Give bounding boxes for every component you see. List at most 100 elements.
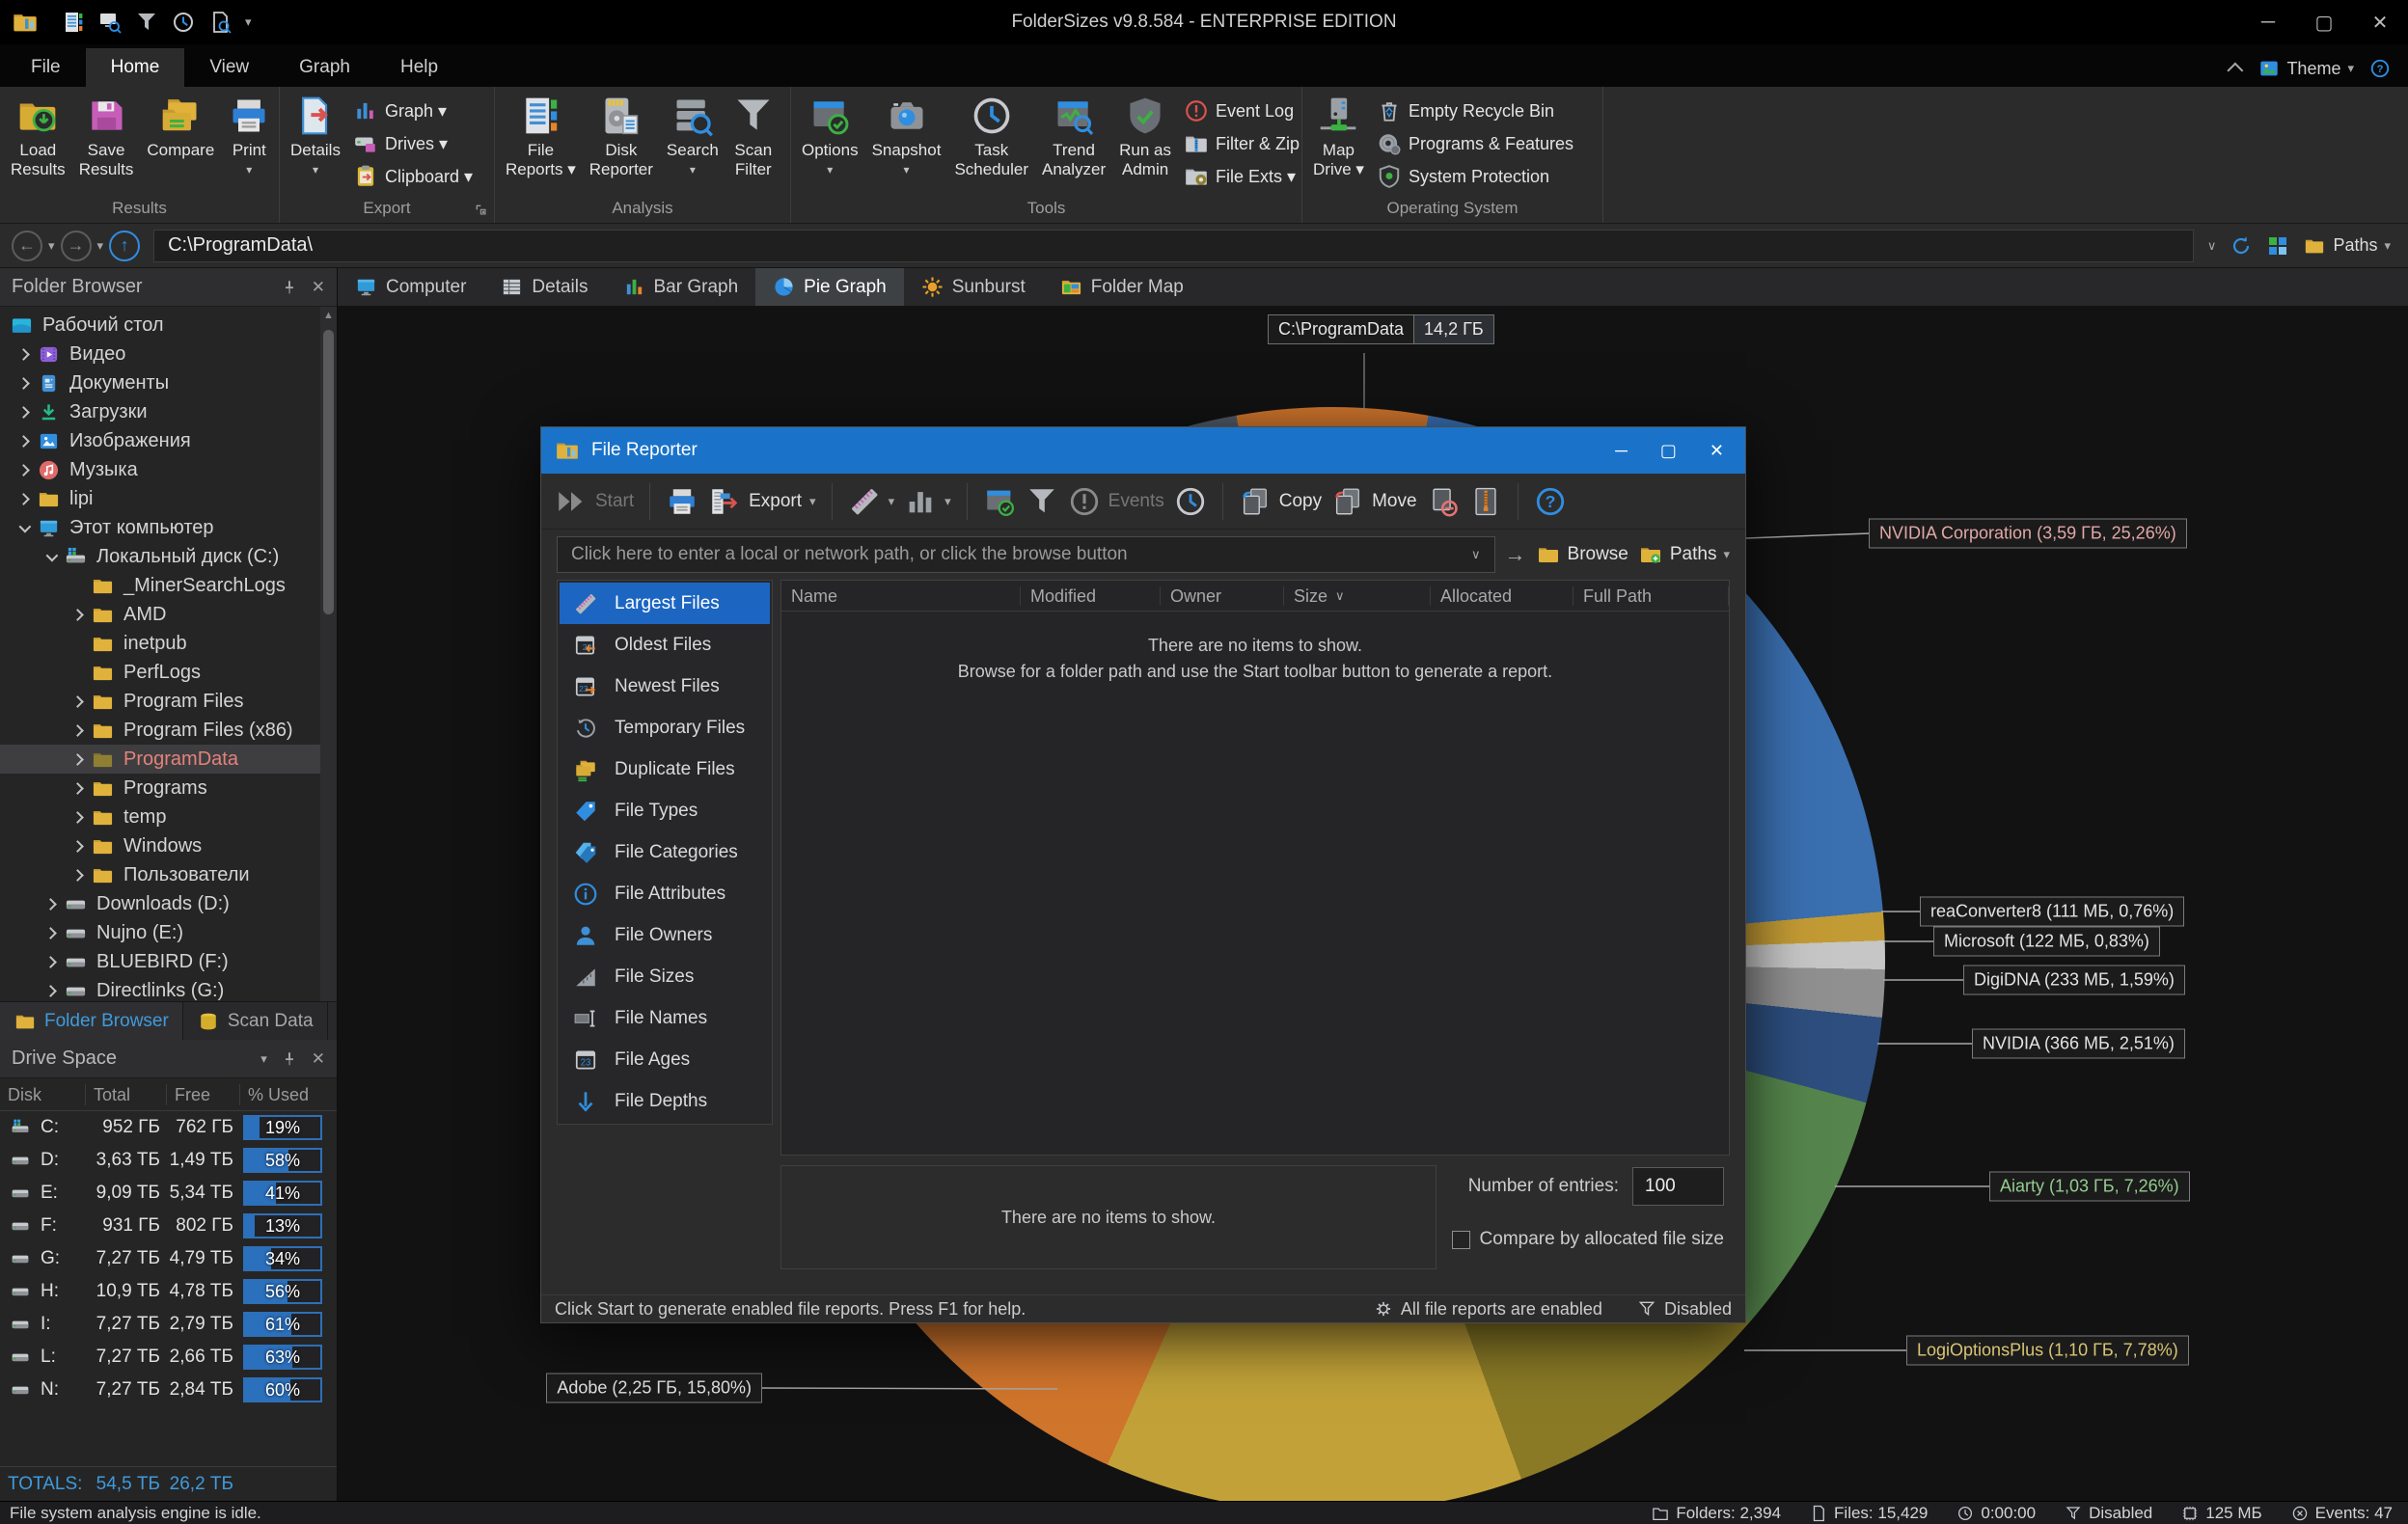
event-log-button[interactable]: Event Log bbox=[1184, 96, 1300, 125]
expander-icon[interactable] bbox=[37, 553, 64, 561]
theme-button[interactable]: Theme▾ bbox=[2258, 58, 2354, 79]
tree-item-Programs[interactable]: Programs bbox=[0, 774, 337, 803]
tree-item-Изображения[interactable]: Изображения bbox=[0, 426, 337, 455]
collapse-ribbon-icon[interactable] bbox=[2228, 63, 2244, 79]
report-file-depths[interactable]: File Depths bbox=[560, 1080, 770, 1122]
expander-icon[interactable] bbox=[64, 813, 91, 822]
task-scheduler-button[interactable]: TaskScheduler bbox=[947, 93, 1035, 198]
zip-button[interactable] bbox=[1469, 485, 1502, 518]
empty-recycle-bin-button[interactable]: Empty Recycle Bin bbox=[1377, 96, 1573, 125]
ribbon-tab-help[interactable]: Help bbox=[375, 48, 463, 87]
tree-item-lipi[interactable]: lipi bbox=[0, 484, 337, 513]
tree-item-Видео[interactable]: Видео bbox=[0, 340, 337, 368]
ribbon-tab-view[interactable]: View bbox=[184, 48, 274, 87]
chart-options-button[interactable]: ▾ bbox=[904, 485, 951, 518]
expander-icon[interactable] bbox=[37, 987, 64, 995]
tree-item-Рабочий-стол[interactable]: Рабочий стол bbox=[0, 311, 337, 340]
report-newest-files[interactable]: 23Newest Files bbox=[560, 666, 770, 707]
tree-item-PerfLogs[interactable]: PerfLogs bbox=[0, 658, 337, 687]
view-tab-details[interactable]: Details bbox=[483, 268, 605, 306]
filter-status[interactable]: Disabled bbox=[1637, 1299, 1732, 1320]
tree-item-Документы[interactable]: Документы bbox=[0, 368, 337, 397]
clipboard-menu-button[interactable]: Clipboard ▾ bbox=[353, 162, 473, 191]
export-grid-icon[interactable] bbox=[2266, 234, 2289, 258]
help-icon[interactable]: ? bbox=[2369, 58, 2391, 79]
drive-row-D[interactable]: D:3,63 ТБ1,49 ТБ58% bbox=[0, 1144, 337, 1177]
dialog-titlebar[interactable]: File Reporter ─ ▢ ✕ bbox=[541, 427, 1745, 474]
report-options-button[interactable] bbox=[983, 485, 1016, 518]
tree-scrollbar[interactable]: ▲ bbox=[320, 307, 337, 1001]
tree-item-temp[interactable]: temp bbox=[0, 803, 337, 831]
dialog-paths-button[interactable]: Paths▾ bbox=[1638, 543, 1730, 566]
table-column-allocated[interactable]: Allocated bbox=[1431, 586, 1573, 606]
dialog-launcher-icon[interactable] bbox=[474, 203, 489, 218]
drive-space-menu-icon[interactable]: ▾ bbox=[260, 1051, 267, 1067]
tree-item-Nujno-E-[interactable]: Nujno (E:) bbox=[0, 918, 337, 947]
expander-icon[interactable] bbox=[64, 784, 91, 793]
forward-button[interactable]: → bbox=[61, 231, 92, 261]
expander-icon[interactable] bbox=[37, 900, 64, 909]
load-results-button[interactable]: LoadResults bbox=[4, 93, 72, 198]
expander-icon[interactable] bbox=[10, 495, 37, 503]
report-duplicate-files[interactable]: Duplicate Files bbox=[560, 748, 770, 790]
report-file-owners[interactable]: File Owners bbox=[560, 914, 770, 956]
tab-scan-data[interactable]: Scan Data bbox=[183, 1002, 328, 1040]
tree-item-ProgramData[interactable]: ProgramData bbox=[0, 745, 337, 774]
forward-history-dropdown[interactable]: ▾ bbox=[97, 238, 104, 254]
reports-enabled-status[interactable]: All file reports are enabled bbox=[1374, 1299, 1602, 1320]
expander-icon[interactable] bbox=[10, 379, 37, 388]
details-button[interactable]: Details▾ bbox=[284, 93, 347, 198]
drive-row-N[interactable]: N:7,27 ТБ2,84 ТБ60% bbox=[0, 1374, 337, 1406]
report-file-attributes[interactable]: File Attributes bbox=[560, 873, 770, 914]
programs-features-button[interactable]: Programs & Features bbox=[1377, 129, 1573, 158]
table-column-size[interactable]: Size∨ bbox=[1284, 586, 1431, 606]
scan-filter-button[interactable]: ScanFilter bbox=[725, 93, 781, 198]
report-file-types[interactable]: File Types bbox=[560, 790, 770, 831]
column-header-Disk[interactable]: Disk bbox=[0, 1084, 85, 1105]
report-largest-files[interactable]: Largest Files bbox=[560, 583, 770, 624]
minimize-button[interactable]: ─ bbox=[2240, 0, 2296, 44]
report-temporary-files[interactable]: Temporary Files bbox=[560, 707, 770, 748]
tree-item-inetpub[interactable]: inetpub bbox=[0, 629, 337, 658]
search-button[interactable]: Search▾ bbox=[660, 93, 725, 198]
map-drive-button[interactable]: MapDrive ▾ bbox=[1306, 93, 1371, 198]
table-column-modified[interactable]: Modified bbox=[1021, 586, 1161, 606]
expander-icon[interactable] bbox=[64, 871, 91, 880]
drive-row-E[interactable]: E:9,09 ТБ5,34 ТБ41% bbox=[0, 1177, 337, 1210]
refresh-icon[interactable] bbox=[2230, 234, 2253, 258]
tree-item-BLUEBIRD-F-[interactable]: BLUEBIRD (F:) bbox=[0, 947, 337, 976]
expander-icon[interactable] bbox=[64, 726, 91, 735]
tree-item-Загрузки[interactable]: Загрузки bbox=[0, 397, 337, 426]
report-file-sizes[interactable]: File Sizes bbox=[560, 956, 770, 997]
ribbon-tab-file[interactable]: File bbox=[6, 48, 86, 87]
graph-menu-button[interactable]: Graph ▾ bbox=[353, 96, 473, 125]
tree-item-Этот-компьютер[interactable]: Этот компьютер bbox=[0, 513, 337, 542]
dialog-minimize-button[interactable]: ─ bbox=[1615, 441, 1628, 461]
run-as-admin-button[interactable]: Run asAdmin bbox=[1112, 93, 1178, 198]
report-file-ages[interactable]: 23File Ages bbox=[560, 1039, 770, 1080]
back-history-dropdown[interactable]: ▾ bbox=[48, 238, 55, 254]
dialog-path-input[interactable]: Click here to enter a local or network p… bbox=[557, 536, 1495, 573]
expander-icon[interactable] bbox=[64, 755, 91, 764]
drive-row-C[interactable]: C:952 ГБ762 ГБ19% bbox=[0, 1111, 337, 1144]
column-header-Used[interactable]: % Used bbox=[239, 1084, 337, 1105]
file-exts-button[interactable]: File Exts ▾ bbox=[1184, 162, 1300, 191]
tree-item-Directlinks-G-[interactable]: Directlinks (G:) bbox=[0, 976, 337, 1001]
expander-icon[interactable] bbox=[10, 408, 37, 417]
drive-row-I[interactable]: I:7,27 ТБ2,79 ТБ61% bbox=[0, 1308, 337, 1341]
dialog-print-button[interactable] bbox=[666, 485, 698, 518]
expander-icon[interactable] bbox=[64, 697, 91, 706]
go-arrow-icon[interactable]: → bbox=[1505, 542, 1526, 567]
expander-icon[interactable] bbox=[37, 929, 64, 938]
tree-item-Program-Files[interactable]: Program Files bbox=[0, 687, 337, 716]
print-button[interactable]: Print▾ bbox=[221, 93, 277, 198]
report-file-categories[interactable]: File Categories bbox=[560, 831, 770, 873]
column-header-Free[interactable]: Free bbox=[166, 1084, 239, 1105]
snapshot-button[interactable]: Snapshot▾ bbox=[865, 93, 948, 198]
view-tab-pie-graph[interactable]: Pie Graph bbox=[755, 268, 904, 306]
drive-row-F[interactable]: F:931 ГБ802 ГБ13% bbox=[0, 1210, 337, 1242]
tree-item-AMD[interactable]: AMD bbox=[0, 600, 337, 629]
drive-row-G[interactable]: G:7,27 ТБ4,79 ТБ34% bbox=[0, 1242, 337, 1275]
drive-row-L[interactable]: L:7,27 ТБ2,66 ТБ63% bbox=[0, 1341, 337, 1374]
ribbon-tab-home[interactable]: Home bbox=[86, 48, 185, 87]
